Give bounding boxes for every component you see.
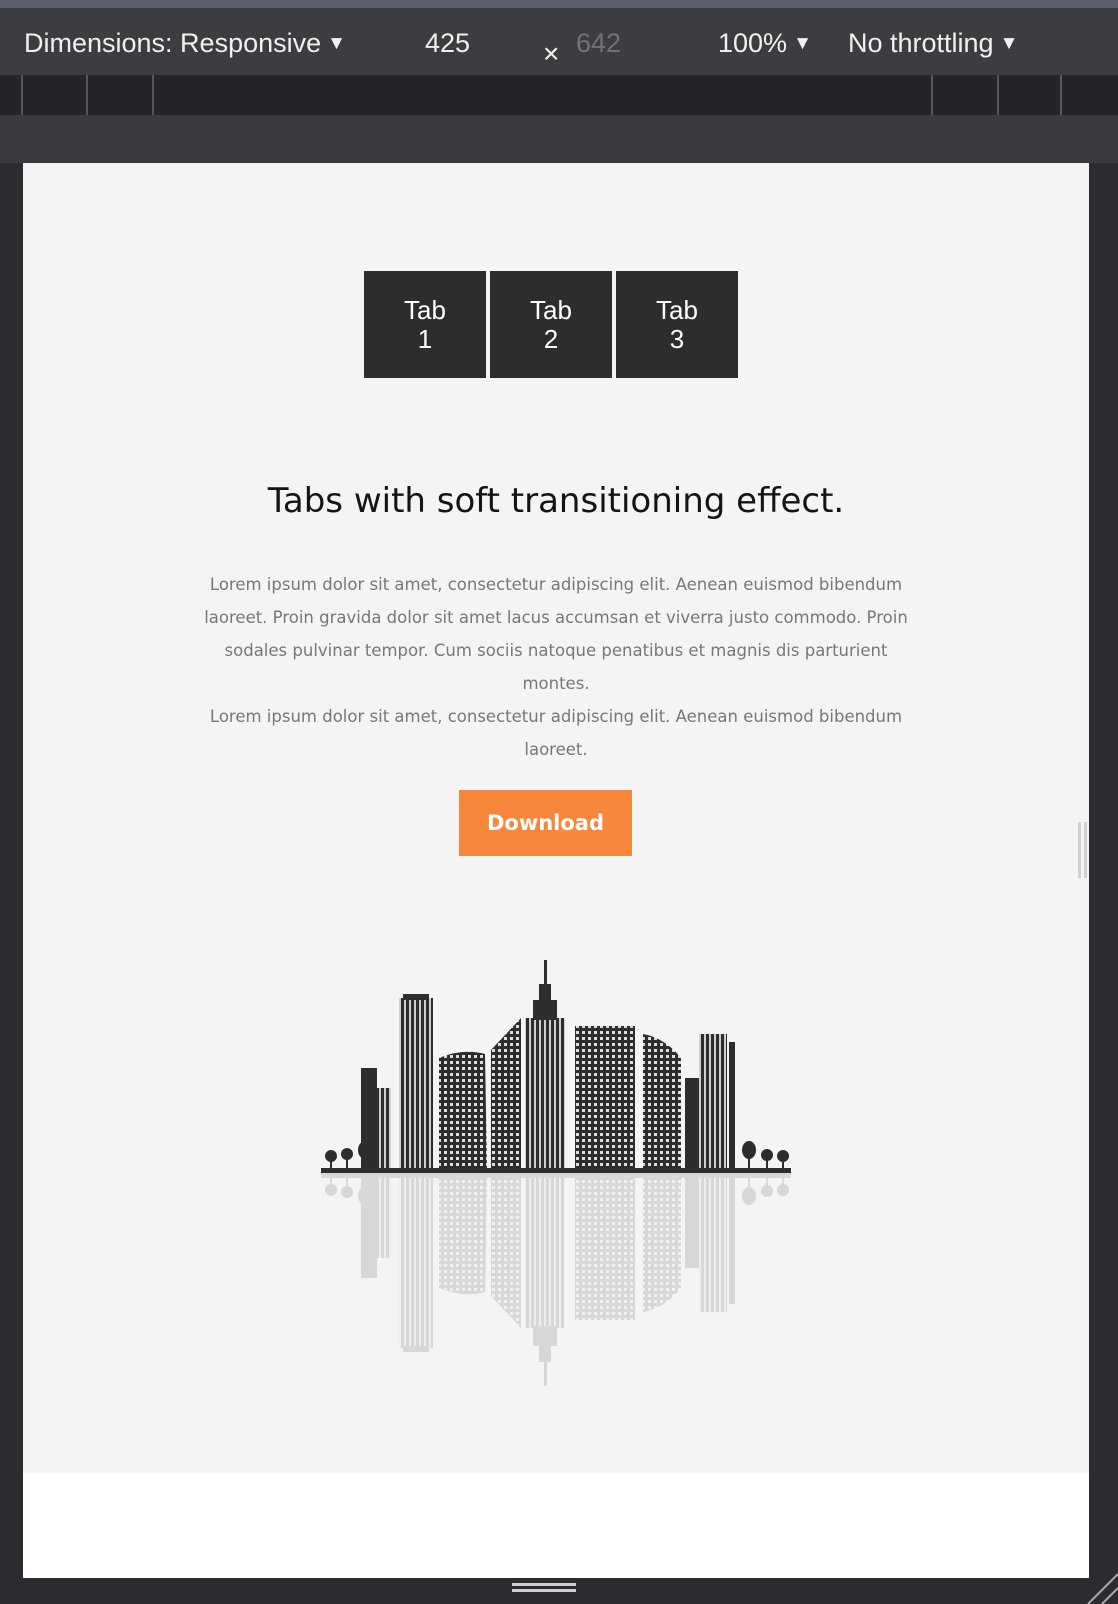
- tab-2-number: 2: [543, 323, 559, 354]
- ruler-bar: [0, 115, 1118, 163]
- handle-line: [1078, 822, 1081, 878]
- tab-2-word: Tab: [530, 294, 572, 325]
- throttling-dropdown[interactable]: No throttling ▼: [848, 28, 1018, 59]
- device-viewport: Tab 1 Tab 2 Tab 3 Tabs with soft transit…: [23, 163, 1089, 1578]
- devtools-device-toolbar: Dimensions: Responsive ▼ 425 × 642 100% ▼ …: [0, 0, 1118, 75]
- tab-3-number: 3: [669, 323, 685, 354]
- handle-line: [512, 1583, 576, 1586]
- tab-1[interactable]: Tab 1: [364, 271, 486, 378]
- times-icon: ×: [543, 38, 560, 69]
- page-headline: Tabs with soft transitioning effect.: [267, 481, 845, 521]
- zoom-caret-icon: ▼: [793, 33, 812, 54]
- media-query-divider: [21, 75, 23, 115]
- page-content: Tab 1 Tab 2 Tab 3 Tabs with soft transit…: [23, 163, 1089, 1473]
- tab-2-label: Tab 2: [530, 294, 572, 354]
- paragraph-1: Lorem ipsum dolor sit amet, consectetur …: [204, 575, 908, 693]
- viewport-resize-handle-right[interactable]: [1078, 822, 1090, 878]
- tab-1-label: Tab 1: [404, 294, 446, 354]
- city-skyline-icon: [321, 960, 791, 1386]
- tab-1-number: 1: [417, 323, 433, 354]
- resize-corner-icon[interactable]: [1078, 1564, 1118, 1604]
- media-query-divider: [997, 75, 999, 115]
- body-text: Lorem ipsum dolor sit amet, consectetur …: [193, 568, 919, 766]
- media-query-divider: [152, 75, 154, 115]
- dimensions-caret-icon: ▼: [327, 33, 346, 54]
- media-query-divider: [1060, 75, 1062, 115]
- tab-3-label: Tab 3: [656, 294, 698, 354]
- media-query-bar[interactable]: [0, 75, 1118, 115]
- media-query-divider: [931, 75, 933, 115]
- tab-bar: Tab 1 Tab 2 Tab 3: [364, 271, 738, 378]
- paragraph-2: Lorem ipsum dolor sit amet, consectetur …: [209, 707, 903, 759]
- throttling-label: No throttling: [848, 28, 994, 58]
- zoom-dropdown[interactable]: 100% ▼: [718, 28, 812, 59]
- throttling-caret-icon: ▼: [999, 33, 1019, 54]
- handle-line: [1084, 822, 1087, 878]
- handle-line: [512, 1589, 576, 1592]
- viewport-resize-handle-bottom[interactable]: [512, 1583, 576, 1595]
- tab-1-word: Tab: [404, 294, 446, 325]
- media-query-divider: [86, 75, 88, 115]
- tab-2[interactable]: Tab 2: [490, 271, 612, 378]
- viewport-height-input[interactable]: 642: [576, 28, 621, 59]
- download-button[interactable]: Download: [459, 790, 632, 856]
- dimensions-dropdown[interactable]: Dimensions: Responsive ▼: [24, 28, 346, 59]
- tab-3-word: Tab: [656, 294, 698, 325]
- zoom-label: 100%: [718, 28, 788, 58]
- tab-3[interactable]: Tab 3: [616, 271, 738, 378]
- dimensions-label: Dimensions: Responsive: [24, 28, 322, 58]
- viewport-width-input[interactable]: 425: [425, 28, 470, 59]
